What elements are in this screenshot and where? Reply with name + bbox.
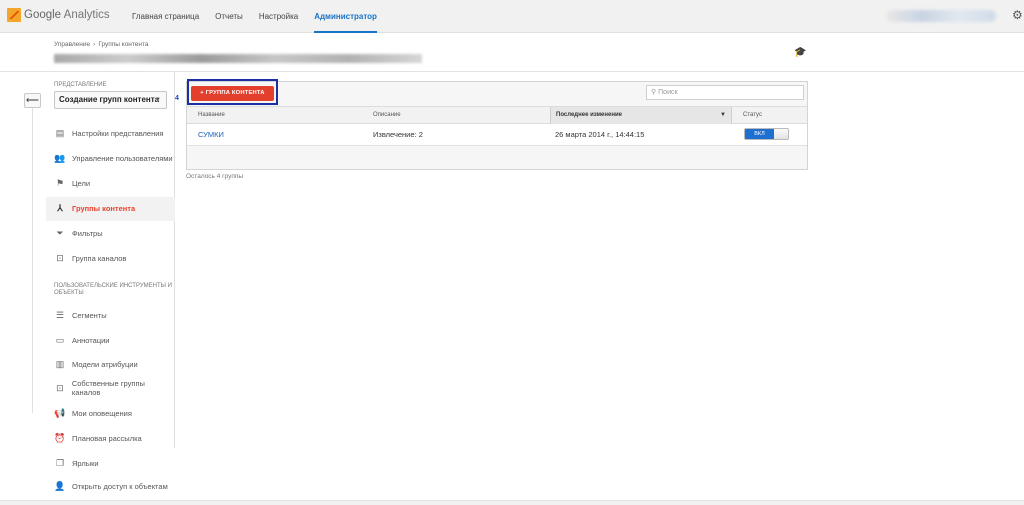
alarm-clock-icon: ⏰ bbox=[54, 433, 66, 443]
section-view-label: ПРЕДСТАВЛЕНИЕ bbox=[54, 82, 107, 88]
sidebar-item-view-settings[interactable]: ▤ Настройки представления bbox=[54, 124, 174, 142]
sidebar-item-label: Группа каналов bbox=[72, 253, 127, 263]
status-toggle[interactable]: ВКЛ bbox=[744, 128, 789, 140]
megaphone-icon: 📢 bbox=[54, 408, 66, 418]
status-toggle-knob bbox=[774, 129, 788, 139]
sidebar-item-channel-groups[interactable]: ⊡ Группа каналов bbox=[54, 249, 174, 267]
sidebar-item-label: Настройки представления bbox=[72, 128, 164, 138]
back-button[interactable]: ⟵ bbox=[24, 93, 41, 108]
table-row: СУМКИ Извлечение: 2 26 марта 2014 г., 14… bbox=[187, 124, 807, 146]
sidebar-item-filters[interactable]: ⏷ Фильтры bbox=[54, 224, 174, 242]
sidebar-item-label: Ярлыки bbox=[72, 458, 99, 468]
sidebar-item-annotations[interactable]: ▭ Аннотации bbox=[54, 331, 174, 349]
sidebar-item-label: Управление пользователями bbox=[72, 153, 173, 163]
sidebar-item-attribution-models[interactable]: ▥ Модели атрибуции bbox=[54, 355, 174, 373]
annotation-icon: ▭ bbox=[55, 335, 65, 345]
footer-bar bbox=[0, 500, 1024, 505]
flag-icon: ⚑ bbox=[55, 178, 65, 188]
content-group-name-link[interactable]: СУМКИ bbox=[198, 124, 368, 145]
add-content-group-button[interactable]: + ГРУППА КОНТЕНТА bbox=[191, 86, 274, 101]
content-group-icon: ⅄ bbox=[57, 203, 63, 213]
caret-down-icon: ▼ bbox=[155, 97, 161, 103]
page-header: Управление › Группы контента 🎓 bbox=[0, 33, 1024, 72]
account-switcher[interactable] bbox=[886, 10, 996, 22]
graduation-cap-icon[interactable]: 🎓 bbox=[794, 47, 806, 58]
column-header-description[interactable]: Описание bbox=[373, 107, 543, 124]
status-toggle-label: ВКЛ bbox=[745, 129, 774, 139]
account-path[interactable] bbox=[54, 54, 422, 63]
segments-icon: ☰ bbox=[55, 310, 65, 320]
search-input[interactable]: ⚲ Поиск bbox=[646, 85, 804, 100]
arrow-left-icon: ⟵ bbox=[26, 95, 39, 105]
sidebar-item-scheduled-emails[interactable]: ⏰ Плановая рассылка bbox=[54, 429, 174, 447]
content-group-modified: 26 марта 2014 г., 14:44:15 bbox=[555, 130, 645, 139]
sidebar-item-shortcuts[interactable]: ❐ Ярлыки bbox=[54, 454, 174, 472]
nav-home[interactable]: Главная страница bbox=[132, 0, 199, 33]
channel-group-icon: ⊡ bbox=[56, 383, 64, 393]
sidebar-item-label: Цели bbox=[72, 178, 91, 188]
sidebar-item-content-groups[interactable]: ⅄ Группы контента bbox=[54, 199, 174, 217]
logo-text: Google Analytics bbox=[24, 9, 110, 21]
sidebar-item-label: Плановая рассылка bbox=[72, 433, 142, 443]
remaining-groups-text: Осталось 4 группы bbox=[186, 173, 244, 180]
channel-group-icon: ⊡ bbox=[56, 253, 64, 263]
filter-icon: ⏷ bbox=[56, 228, 64, 238]
sidebar-item-label: Группы контента bbox=[72, 203, 136, 213]
nav-admin[interactable]: Администратор bbox=[314, 0, 377, 33]
sidebar-item-goals[interactable]: ⚑ Цели bbox=[54, 174, 174, 192]
column-header-label: Последнее изменение bbox=[556, 112, 622, 118]
column-header-status[interactable]: Статус bbox=[743, 107, 803, 124]
sidebar-item-label: Мои оповещения bbox=[72, 408, 132, 418]
sidebar-item-label: Сегменты bbox=[72, 310, 107, 320]
top-bar: Google Analytics Главная страница Отчеты… bbox=[0, 0, 1024, 33]
main-nav: Главная страница Отчеты Настройка Админи… bbox=[132, 0, 393, 33]
share-user-icon: 👤 bbox=[54, 481, 66, 491]
sidebar-item-alerts[interactable]: 📢 Мои оповещения bbox=[54, 404, 174, 422]
sidebar-item-user-management[interactable]: 👥 Управление пользователями bbox=[54, 149, 174, 167]
sidebar-divider bbox=[174, 72, 175, 448]
sidebar-item-label: Аннотации bbox=[72, 335, 110, 345]
sidebar-item-label: Открыть доступ к объектам bbox=[72, 481, 168, 491]
sidebar-item-custom-channel-groups[interactable]: ⊡ Собственные группы каналов bbox=[54, 379, 174, 397]
section-tools-label: ПОЛЬЗОВАТЕЛЬСКИЕ ИНСТРУМЕНТЫ И ОБЪЕКТЫ bbox=[54, 283, 172, 296]
view-select[interactable]: Создание групп контента ▼ bbox=[54, 91, 167, 109]
users-icon: 👥 bbox=[54, 153, 66, 163]
analytics-logo-icon bbox=[7, 8, 21, 22]
shortcut-icon: ❐ bbox=[55, 458, 65, 468]
table-header: Название Описание Последнее изменение ▼ … bbox=[187, 106, 807, 124]
google-analytics-logo[interactable]: Google Analytics bbox=[7, 8, 110, 22]
search-placeholder: Поиск bbox=[658, 89, 678, 96]
sidebar-item-segments[interactable]: ☰ Сегменты bbox=[54, 306, 174, 324]
gear-icon[interactable]: ⚙ bbox=[1012, 9, 1023, 21]
step-number: 4 bbox=[175, 95, 179, 102]
sidebar-item-label: Модели атрибуции bbox=[72, 359, 138, 369]
sidebar-timeline bbox=[32, 108, 33, 413]
sidebar-item-share-assets[interactable]: 👤 Открыть доступ к объектам bbox=[54, 477, 174, 495]
breadcrumb-admin[interactable]: Управление bbox=[54, 41, 90, 48]
content-group-description: Извлечение: 2 bbox=[373, 130, 423, 139]
nav-customization[interactable]: Настройка bbox=[259, 0, 298, 33]
document-icon: ▤ bbox=[55, 128, 65, 138]
search-icon: ⚲ bbox=[651, 89, 657, 96]
sidebar-item-label: Фильтры bbox=[72, 228, 103, 238]
sidebar-item-label: Собственные группы каналов bbox=[71, 379, 145, 397]
bar-chart-icon: ▥ bbox=[55, 359, 65, 369]
breadcrumb: Управление › Группы контента bbox=[54, 41, 149, 48]
column-header-last-modified[interactable]: Последнее изменение ▼ bbox=[550, 107, 732, 124]
sort-arrow-icon: ▼ bbox=[720, 112, 726, 118]
column-header-name[interactable]: Название bbox=[198, 107, 368, 124]
nav-reports[interactable]: Отчеты bbox=[215, 0, 243, 33]
view-select-value: Создание групп контента bbox=[59, 95, 160, 104]
breadcrumb-separator: › bbox=[93, 41, 96, 48]
breadcrumb-content-groups: Группы контента bbox=[98, 41, 149, 48]
